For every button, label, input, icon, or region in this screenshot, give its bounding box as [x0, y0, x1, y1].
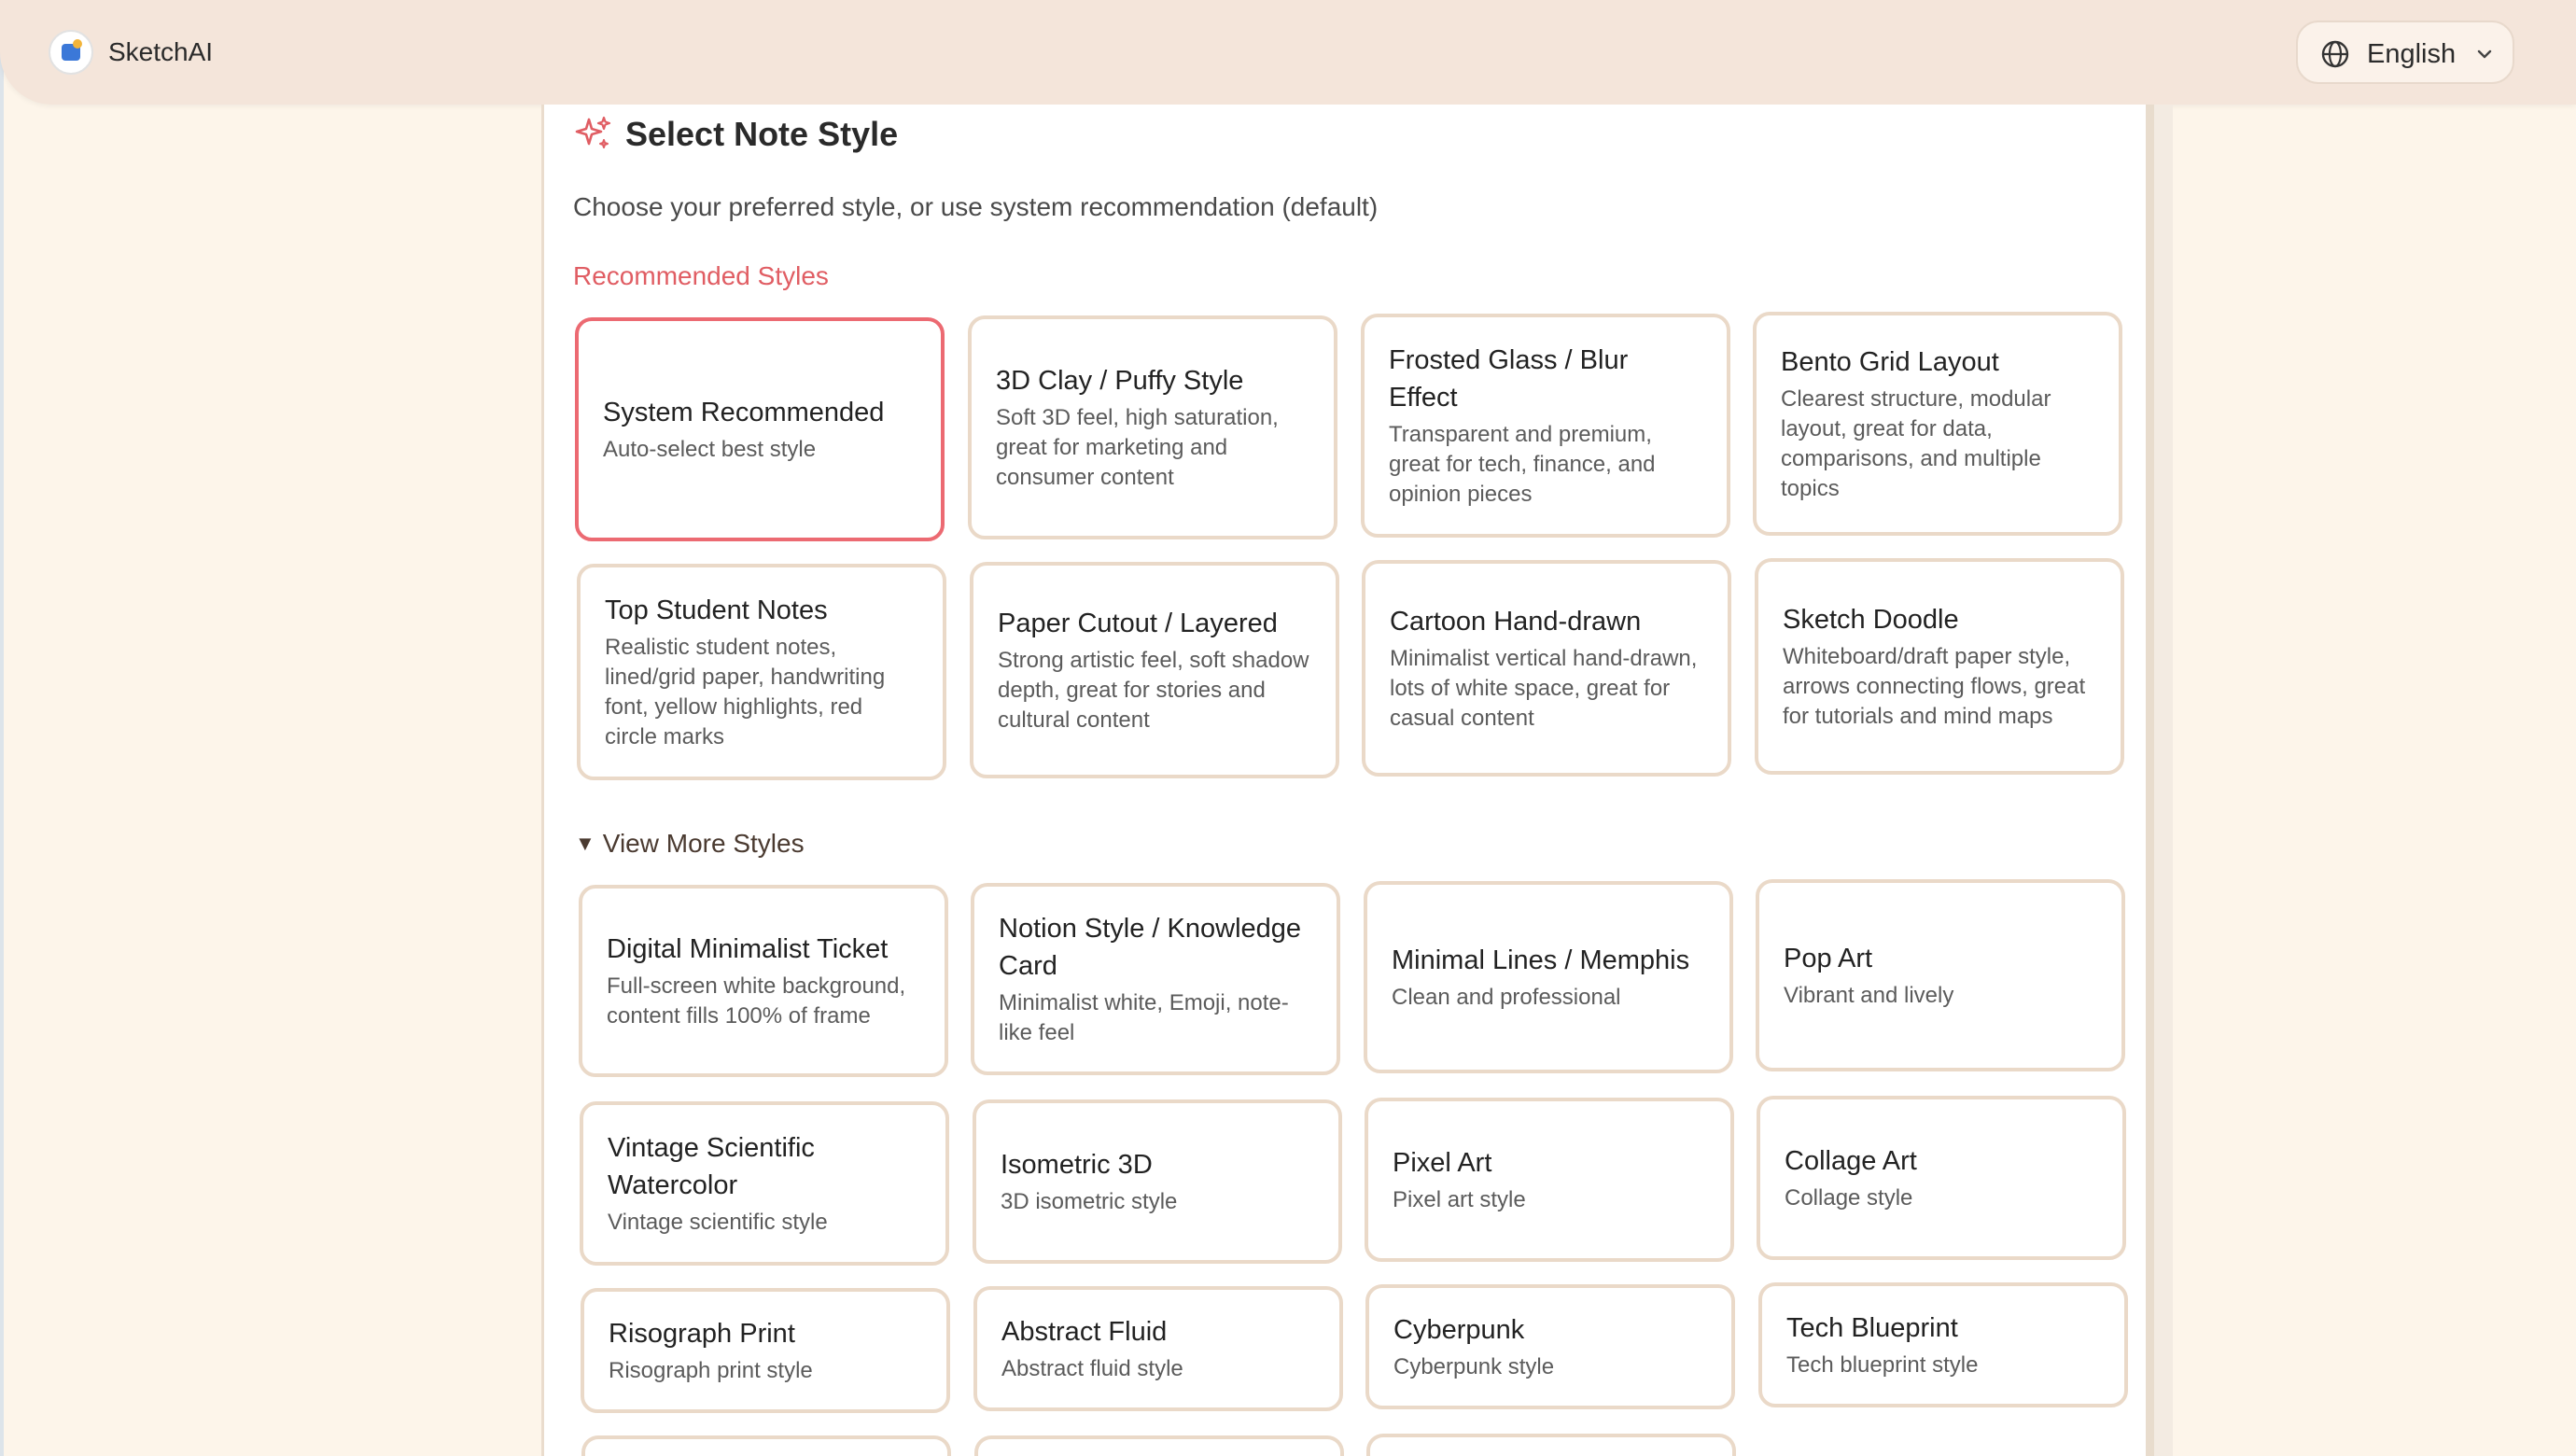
style-card-description: Vintage scientific style — [608, 1210, 828, 1235]
style-card-collage-art[interactable]: Collage Art Collage style — [1757, 1096, 2126, 1260]
style-card-title: System Recommended — [603, 398, 885, 427]
style-card-pop-art[interactable]: Pop Art Vibrant and lively — [1756, 879, 2125, 1071]
style-card-title: Pop Art — [1784, 944, 1873, 973]
style-card-title: Collage Art — [1785, 1146, 1917, 1176]
style-card-cyberpunk[interactable]: Cyberpunk Cyberpunk style — [1365, 1284, 1735, 1409]
style-card-top-student-notes[interactable]: Top Student Notes Realistic student note… — [577, 564, 946, 780]
triangle-down-icon: ▼ — [575, 832, 595, 855]
style-card-title: Isometric 3D — [1001, 1150, 1153, 1180]
style-card-description: Vibrant and lively — [1784, 983, 1954, 1008]
style-card-tech-blueprint[interactable]: Tech Blueprint Tech blueprint style — [1758, 1282, 2128, 1407]
window-edge — [0, 0, 4, 1456]
style-card-description: Minimalist vertical hand-drawn, lots of … — [1390, 646, 1698, 731]
style-card-description: Clearest structure, modular layout, grea… — [1781, 386, 2051, 501]
style-card-title: Notion Style / Knowledge Card — [999, 914, 1302, 981]
style-card-description: Risograph print style — [609, 1358, 813, 1383]
style-card-description: Tech blueprint style — [1786, 1352, 1979, 1378]
style-card-description: Clean and professional — [1392, 985, 1621, 1010]
style-card-description: Strong artistic feel, soft shadow depth,… — [998, 648, 1309, 733]
style-card-title: 3D Clay / Puffy Style — [996, 366, 1244, 396]
style-card-title: Pixel Art — [1393, 1148, 1492, 1178]
style-card-abstract-fluid[interactable]: Abstract Fluid Abstract fluid style — [973, 1286, 1343, 1411]
recommended-styles-heading: Recommended Styles — [573, 261, 829, 290]
globe-icon — [2321, 40, 2349, 68]
style-card-pixel-art[interactable]: Pixel Art Pixel art style — [1365, 1098, 1734, 1262]
top-navigation-bar: SketchAI English — [0, 0, 2576, 105]
style-card-cartoon-hand-drawn[interactable]: Cartoon Hand-drawn Minimalist vertical h… — [1362, 560, 1731, 777]
style-card-description: Collage style — [1785, 1185, 1913, 1211]
style-card-partial[interactable] — [581, 1435, 951, 1456]
style-card-description: Minimalist white, Emoji, note-like feel — [999, 990, 1289, 1045]
style-card-title: Vintage Scientific Watercolor — [608, 1133, 815, 1200]
style-card-3d-clay[interactable]: 3D Clay / Puffy Style Soft 3D feel, high… — [968, 315, 1337, 539]
panel-scrollbar-track[interactable] — [2154, 105, 2173, 1456]
style-card-title: Paper Cutout / Layered — [998, 609, 1278, 638]
style-card-description: Full-screen white background, content fi… — [607, 973, 906, 1029]
style-card-title: Frosted Glass / Blur Effect — [1389, 345, 1629, 413]
style-card-title: Bento Grid Layout — [1781, 347, 1999, 377]
style-card-risograph-print[interactable]: Risograph Print Risograph print style — [581, 1288, 950, 1413]
page-subtitle: Choose your preferred style, or use syst… — [573, 192, 1379, 221]
style-card-frosted-glass[interactable]: Frosted Glass / Blur Effect Transparent … — [1361, 314, 1730, 538]
style-card-description: Cyberpunk style — [1393, 1354, 1555, 1379]
sparkle-icon — [575, 116, 611, 148]
app-name[interactable]: SketchAI — [108, 34, 213, 71]
style-card-description: Transparent and premium, great for tech,… — [1389, 422, 1656, 507]
app-logo-icon[interactable] — [49, 30, 93, 75]
style-card-isometric-3d[interactable]: Isometric 3D 3D isometric style — [973, 1099, 1342, 1264]
style-card-partial[interactable] — [974, 1435, 1344, 1456]
style-card-description: 3D isometric style — [1001, 1189, 1178, 1214]
style-card-digital-minimalist-ticket[interactable]: Digital Minimalist Ticket Full-screen wh… — [579, 885, 948, 1077]
style-card-title: Tech Blueprint — [1786, 1313, 1958, 1343]
style-card-description: Whiteboard/draft paper style, arrows con… — [1783, 644, 2086, 729]
style-card-description: Pixel art style — [1393, 1187, 1526, 1212]
style-card-title: Cyberpunk — [1393, 1315, 1525, 1345]
view-more-styles-toggle[interactable]: ▼ View More Styles — [575, 825, 805, 862]
style-card-partial[interactable] — [1366, 1434, 1736, 1456]
style-card-sketch-doodle[interactable]: Sketch Doodle Whiteboard/draft paper sty… — [1755, 558, 2124, 775]
style-card-paper-cutout[interactable]: Paper Cutout / Layered Strong artistic f… — [970, 562, 1339, 778]
style-card-vintage-scientific-watercolor[interactable]: Vintage Scientific Watercolor Vintage sc… — [580, 1101, 949, 1266]
style-card-title: Digital Minimalist Ticket — [607, 934, 889, 964]
style-card-title: Abstract Fluid — [1001, 1317, 1168, 1347]
style-card-minimal-lines-memphis[interactable]: Minimal Lines / Memphis Clean and profes… — [1364, 881, 1733, 1073]
style-card-title: Cartoon Hand-drawn — [1390, 607, 1642, 637]
style-card-title: Sketch Doodle — [1783, 605, 1959, 635]
style-card-description: Abstract fluid style — [1001, 1356, 1183, 1381]
style-card-system-recommended[interactable]: System Recommended Auto-select best styl… — [575, 317, 945, 541]
style-card-title: Minimal Lines / Memphis — [1392, 945, 1690, 975]
style-card-title: Risograph Print — [609, 1319, 795, 1349]
chevron-down-icon — [2477, 49, 2492, 59]
style-card-description: Soft 3D feel, high saturation, great for… — [996, 405, 1279, 490]
language-selector[interactable]: English — [2296, 21, 2514, 84]
style-card-bento-grid[interactable]: Bento Grid Layout Clearest structure, mo… — [1753, 312, 2122, 536]
page-title: Select Note Style — [625, 115, 899, 153]
style-card-description: Auto-select best style — [603, 437, 817, 462]
style-card-title: Top Student Notes — [605, 595, 828, 625]
language-label: English — [2367, 39, 2457, 69]
view-more-label: View More Styles — [602, 829, 805, 858]
style-card-description: Realistic student notes, lined/grid pape… — [605, 635, 886, 749]
style-card-notion-style[interactable]: Notion Style / Knowledge Card Minimalist… — [971, 883, 1340, 1075]
